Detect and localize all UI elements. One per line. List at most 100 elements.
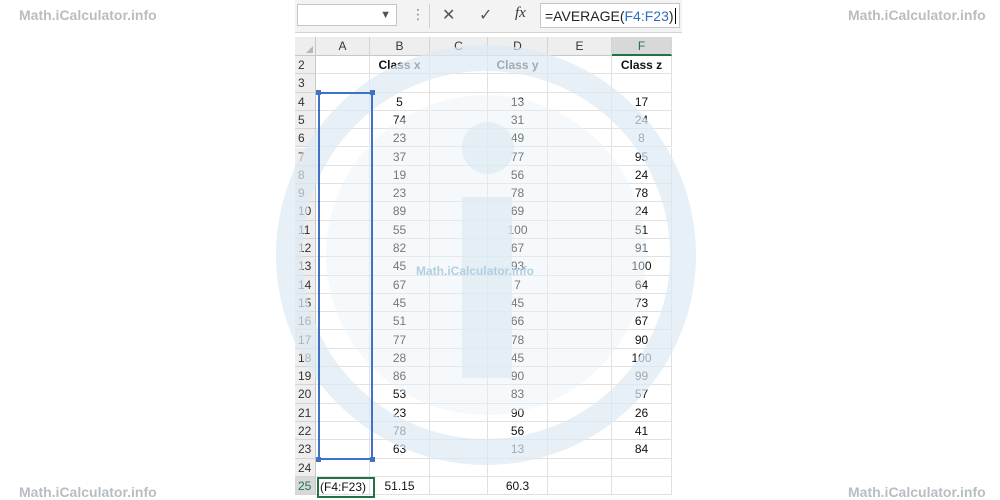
cell[interactable]: 41 xyxy=(612,422,672,441)
cell[interactable] xyxy=(370,74,430,93)
cell[interactable] xyxy=(430,56,488,75)
row-header[interactable]: 14 xyxy=(295,275,316,294)
cell[interactable] xyxy=(548,312,612,331)
cell[interactable] xyxy=(430,220,488,239)
cell[interactable] xyxy=(488,458,548,477)
cell[interactable] xyxy=(316,385,370,404)
cell[interactable] xyxy=(316,367,370,386)
cell[interactable]: 95 xyxy=(612,147,672,166)
cell[interactable]: 45 xyxy=(488,348,548,368)
formula-input[interactable]: =AVERAGE(F4:F23) xyxy=(540,3,680,28)
cell[interactable] xyxy=(548,348,612,368)
cell[interactable]: 63 xyxy=(370,440,430,459)
cell[interactable]: 78 xyxy=(612,184,672,203)
cell[interactable]: 86 xyxy=(370,367,430,386)
cell[interactable] xyxy=(548,239,612,258)
column-header-b[interactable]: B xyxy=(370,37,430,56)
cell[interactable] xyxy=(548,220,612,239)
header-class-x[interactable]: Class x xyxy=(370,56,430,75)
cell[interactable]: 53 xyxy=(370,385,430,404)
cell[interactable]: 73 xyxy=(612,293,672,313)
cell[interactable] xyxy=(548,275,612,294)
cell[interactable] xyxy=(548,56,612,75)
cell[interactable] xyxy=(430,476,488,496)
cell[interactable] xyxy=(316,422,370,441)
column-header-f[interactable]: F xyxy=(612,37,672,56)
cell[interactable] xyxy=(430,239,488,258)
row-header[interactable]: 10 xyxy=(295,202,316,221)
row-header[interactable]: 22 xyxy=(295,422,316,441)
cell[interactable]: 57 xyxy=(612,385,672,404)
cell[interactable]: 69 xyxy=(488,202,548,221)
cell[interactable]: 5 xyxy=(370,92,430,111)
cell[interactable]: 99 xyxy=(612,367,672,386)
cell[interactable] xyxy=(548,440,612,459)
row-header[interactable]: 20 xyxy=(295,385,316,404)
cell[interactable]: 74 xyxy=(370,110,430,130)
row-header[interactable]: 15 xyxy=(295,293,316,313)
header-class-z[interactable]: Class z xyxy=(612,56,672,75)
cell[interactable]: 23 xyxy=(370,129,430,148)
check-icon[interactable]: ✓ xyxy=(479,5,492,25)
column-header-d[interactable]: D xyxy=(488,37,548,56)
cell[interactable] xyxy=(548,74,612,93)
cell[interactable] xyxy=(370,458,430,477)
cell[interactable]: 55 xyxy=(370,220,430,239)
cell[interactable] xyxy=(316,330,370,349)
row-header[interactable]: 4 xyxy=(295,92,316,111)
cell[interactable]: 84 xyxy=(612,440,672,459)
cell[interactable] xyxy=(430,129,488,148)
cell[interactable] xyxy=(430,202,488,221)
name-box[interactable]: ▼ xyxy=(297,4,397,26)
cell[interactable]: 56 xyxy=(488,165,548,185)
cell[interactable]: 100 xyxy=(612,348,672,368)
cell[interactable]: 89 xyxy=(370,202,430,221)
cell[interactable]: 93 xyxy=(488,257,548,276)
cell[interactable]: 45 xyxy=(488,293,548,313)
function-icon[interactable]: fx xyxy=(515,5,526,22)
cell[interactable] xyxy=(548,202,612,221)
cell[interactable] xyxy=(612,458,672,477)
column-header-e[interactable]: E xyxy=(548,37,612,56)
cell[interactable] xyxy=(548,403,612,422)
cell[interactable]: 67 xyxy=(488,239,548,258)
cell[interactable] xyxy=(316,92,370,111)
cell[interactable] xyxy=(488,74,548,93)
cell[interactable]: 37 xyxy=(370,147,430,166)
cell[interactable] xyxy=(316,293,370,313)
row-header[interactable]: 12 xyxy=(295,239,316,258)
cell[interactable] xyxy=(316,312,370,331)
cell[interactable] xyxy=(316,348,370,368)
cell[interactable]: 45 xyxy=(370,293,430,313)
cell[interactable] xyxy=(548,293,612,313)
cell[interactable]: 91 xyxy=(612,239,672,258)
row-header[interactable]: 7 xyxy=(295,147,316,166)
cell[interactable]: 23 xyxy=(370,403,430,422)
cell[interactable]: 78 xyxy=(370,422,430,441)
cell[interactable]: 51 xyxy=(370,312,430,331)
row-header[interactable]: 5 xyxy=(295,110,316,130)
cell[interactable] xyxy=(430,422,488,441)
cell[interactable]: 78 xyxy=(488,330,548,349)
cell[interactable] xyxy=(548,330,612,349)
cell[interactable] xyxy=(430,458,488,477)
cell[interactable]: 78 xyxy=(488,184,548,203)
column-header-c[interactable]: C xyxy=(430,37,488,56)
cell[interactable]: 26 xyxy=(612,403,672,422)
cell[interactable]: 8 xyxy=(612,129,672,148)
cell[interactable]: 51.15 xyxy=(370,476,430,496)
chevron-down-icon[interactable]: ▼ xyxy=(380,9,391,21)
cell[interactable] xyxy=(548,257,612,276)
cell[interactable] xyxy=(316,184,370,203)
cell[interactable] xyxy=(430,403,488,422)
cell[interactable]: 49 xyxy=(488,129,548,148)
cell[interactable] xyxy=(430,385,488,404)
row-header[interactable]: 8 xyxy=(295,165,316,185)
cell[interactable]: 77 xyxy=(488,147,548,166)
cell[interactable] xyxy=(316,129,370,148)
cell[interactable] xyxy=(316,458,370,477)
cell[interactable] xyxy=(548,110,612,130)
cell[interactable]: 82 xyxy=(370,239,430,258)
cell[interactable] xyxy=(316,165,370,185)
more-icon[interactable]: ⋮ xyxy=(411,6,425,23)
